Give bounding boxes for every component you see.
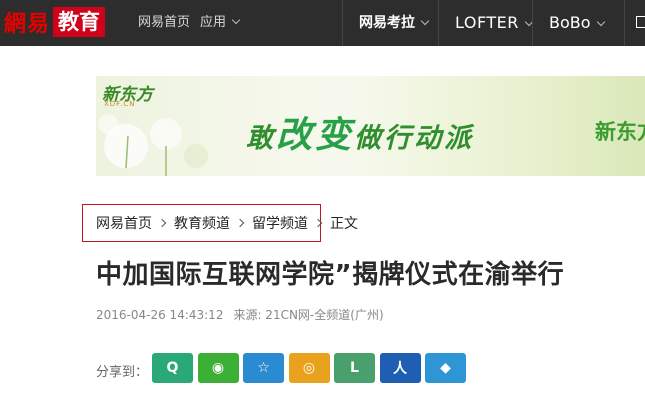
mail-icon	[636, 16, 645, 28]
wechat-share-button[interactable]: ◉	[197, 353, 239, 383]
chevron-down-icon	[231, 15, 241, 25]
wechat-icon: ◉	[211, 360, 225, 376]
breadcrumb-item-netease-home[interactable]: 网易首页	[96, 213, 152, 233]
logo-netease-text: 網易	[4, 11, 51, 37]
banner-advertisement[interactable]: 新东方 XDF.CN 敢改变做行动派 新东方	[96, 76, 645, 176]
favorite-star-share-button[interactable]: ☆	[243, 353, 284, 383]
banner-brand-right: 新东方	[595, 120, 645, 144]
chevron-right-icon	[235, 218, 245, 228]
article-meta: 2016-04-26 14:43:12 来源: 21CN网-全频道(广州)	[96, 306, 384, 323]
weibo-icon: ◎	[302, 360, 316, 376]
nav-apps-label: 应用	[200, 15, 227, 30]
qzone-share-button[interactable]: Q	[152, 353, 193, 383]
share-label: 分享到：	[96, 365, 149, 380]
breadcrumb: 网易首页 教育频道 留学频道 正文	[96, 213, 358, 233]
chevron-down-icon	[420, 16, 430, 26]
nav-kaola-menu[interactable]: 网易考拉	[342, 0, 438, 46]
nav-lofter-menu[interactable]: LOFTER	[438, 0, 534, 46]
slogan-part-4: 做行动派	[354, 123, 475, 154]
banner-slogan: 敢改变做行动派	[246, 106, 474, 158]
nav-apps-menu[interactable]: 应用	[200, 0, 241, 46]
yixin-icon: ◆	[440, 360, 451, 376]
article-title: 中加国际互联网学院”揭牌仪式在渝举行	[96, 260, 565, 290]
breadcrumb-item-study-abroad-channel[interactable]: 留学频道	[252, 213, 308, 233]
lofter-share-button[interactable]: L	[334, 353, 375, 383]
renren-share-button[interactable]: 人	[379, 353, 421, 383]
breadcrumb-item-education-channel[interactable]: 教育频道	[174, 213, 230, 233]
slogan-part-1: 敢	[246, 123, 276, 154]
breadcrumb-item-current: 正文	[330, 216, 358, 232]
nav-netease-home-link[interactable]: 网易首页	[138, 0, 190, 46]
chevron-down-icon	[596, 17, 605, 27]
renren-icon: 人	[393, 361, 407, 377]
chevron-right-icon	[157, 218, 167, 228]
nav-lofter-label: LOFTER	[455, 13, 519, 32]
nav-bobo-label: BoBo	[549, 13, 591, 32]
chevron-right-icon	[313, 218, 323, 228]
yixin-share-button[interactable]: ◆	[425, 353, 466, 383]
lofter-icon: L	[350, 360, 359, 376]
nav-bobo-menu[interactable]: BoBo	[532, 0, 624, 46]
favorite-star-icon: ☆	[257, 360, 270, 376]
top-navigation-bar: 網易 教育 网易首页 应用 网易考拉 LOFTER BoBo	[0, 0, 645, 46]
banner-brand-url: XDF.CN	[104, 100, 136, 108]
weibo-share-button[interactable]: ◎	[288, 353, 330, 383]
slogan-part-3: 变	[315, 114, 355, 156]
netease-education-logo[interactable]: 網易 教育	[0, 6, 106, 38]
article-source: 来源: 21CN网-全频道(广州)	[233, 308, 384, 322]
nav-kaola-label: 网易考拉	[359, 15, 415, 31]
slogan-part-2: 改	[276, 114, 316, 156]
article-datetime: 2016-04-26 14:43:12	[96, 308, 224, 322]
nav-mail-button[interactable]	[624, 0, 645, 46]
qzone-icon: Q	[166, 360, 179, 376]
logo-education-text: 教育	[53, 7, 106, 37]
